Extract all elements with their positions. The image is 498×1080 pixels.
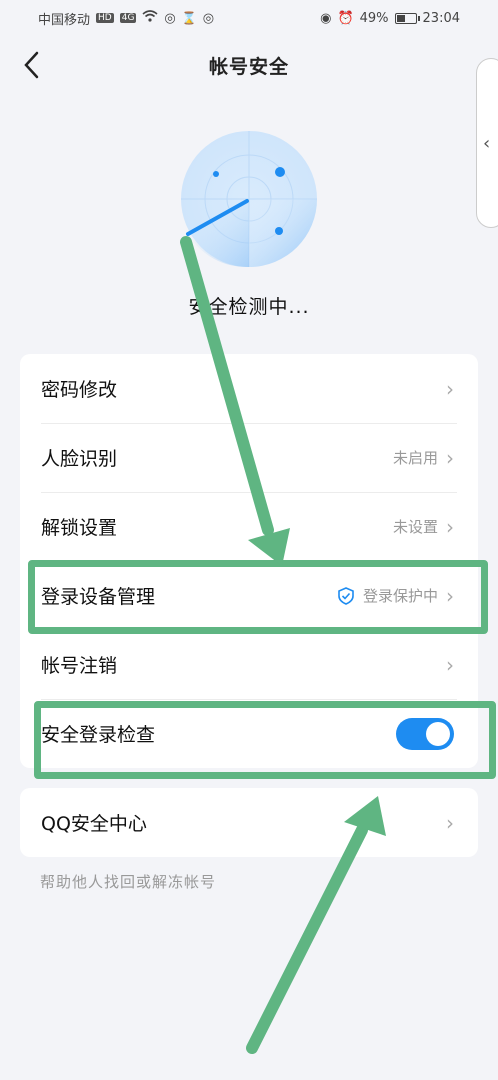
row-status: 未启用 <box>392 449 438 467</box>
row-status: 未设置 <box>392 518 438 536</box>
account-cancellation-row[interactable]: 帐号注销 › <box>20 630 478 699</box>
carrier-label: 中国移动 <box>38 12 91 28</box>
chevron-right-icon: › <box>446 652 454 677</box>
header-bar: 帐号安全 <box>0 40 498 90</box>
row-label: 人脸识别 <box>41 448 118 470</box>
chevron-right-icon: › <box>446 376 454 401</box>
row-label: 帐号注销 <box>41 655 118 677</box>
qq-security-card: QQ安全中心 › <box>20 788 478 857</box>
eye-icon: ◉ <box>320 10 332 26</box>
row-label: QQ安全中心 <box>41 813 147 835</box>
wifi-icon <box>142 10 158 26</box>
row-label: 解锁设置 <box>41 517 118 539</box>
chevron-right-icon: › <box>446 445 454 470</box>
chevron-right-icon: › <box>446 514 454 539</box>
help-recover-link[interactable]: 帮助他人找回或解冻帐号 <box>40 871 216 892</box>
page-title: 帐号安全 <box>208 56 289 78</box>
battery-icon <box>394 12 420 24</box>
face-recognition-row[interactable]: 人脸识别 未启用 › <box>20 423 478 492</box>
hd-badge: HD <box>96 13 114 23</box>
highlight-box-secure-login <box>34 701 496 779</box>
qq-security-center-row[interactable]: QQ安全中心 › <box>20 788 478 857</box>
scan-status: 安全检测中... <box>188 296 310 318</box>
password-change-row[interactable]: 密码修改 › <box>20 354 478 423</box>
chevron-right-icon: › <box>446 810 454 835</box>
highlight-box-device-management <box>28 560 488 634</box>
row-label: 密码修改 <box>41 379 118 401</box>
message-icon: ◎ <box>202 10 215 26</box>
security-radar-icon <box>181 131 317 268</box>
side-drawer-handle[interactable]: ‹ <box>476 58 498 228</box>
wechat-icon: ◎ <box>164 10 176 26</box>
network-badge: 4G <box>119 13 137 23</box>
battery-percent: 49% <box>359 10 389 26</box>
unlock-settings-row[interactable]: 解锁设置 未设置 › <box>20 492 478 561</box>
alarm-icon: ⏰ <box>337 10 354 26</box>
status-bar: 中国移动 HD 4G ◎ ⌛ ◎ ◉ ⏰ 49% 23:04 <box>0 0 498 36</box>
hourglass-icon: ⌛ <box>181 11 197 25</box>
chevron-left-small-icon: ‹ <box>483 132 491 154</box>
clock: 23:04 <box>422 10 460 26</box>
